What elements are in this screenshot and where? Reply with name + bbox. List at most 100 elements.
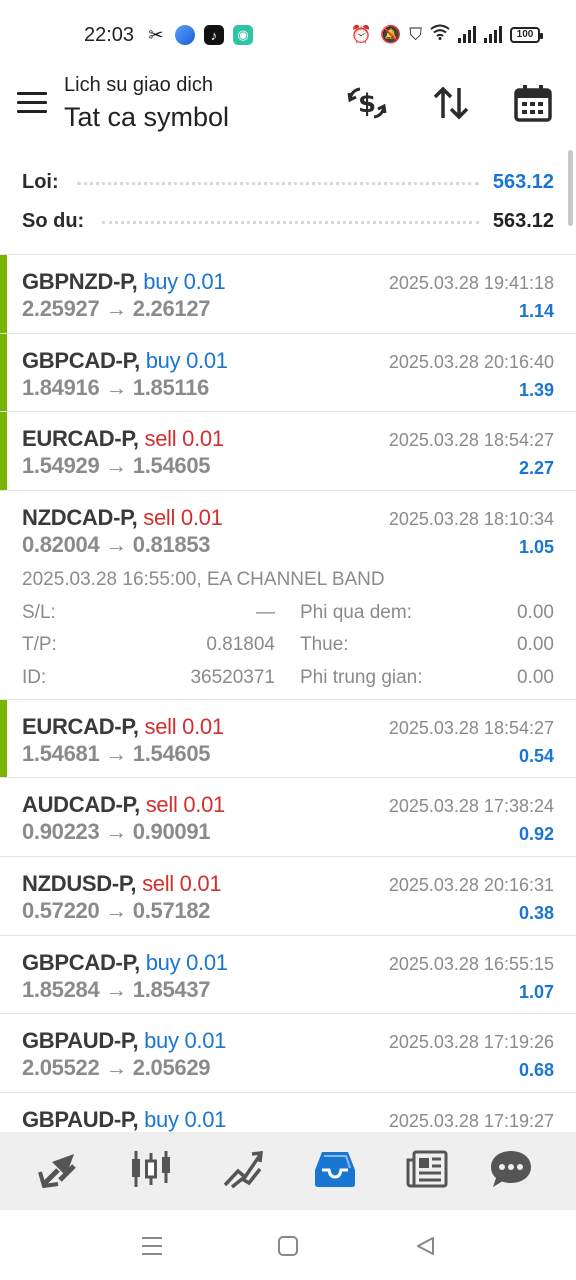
summary-panel: Loi: 563.12 So du: 563.12 [0, 152, 576, 255]
trade-accent-bar [0, 333, 7, 412]
trade-symbol: NZDCAD-P, sell 0.01 [22, 504, 223, 530]
trade-row[interactable]: GBPCAD-P, buy 0.01 1.85284 → 1.85437 202… [0, 936, 576, 1015]
trade-profit: 1.05 [518, 536, 554, 557]
sl-label: S/L: [22, 601, 56, 623]
trade-prices: 0.57220 → 0.57182 [22, 897, 211, 923]
home-icon[interactable] [274, 1232, 302, 1260]
trade-datetime: 2025.03.28 16:55:15 [388, 953, 554, 974]
trade-datetime: 2025.03.28 18:10:34 [388, 508, 554, 529]
trade-symbol: GBPAUD-P, buy 0.01 [22, 1106, 227, 1132]
status-bar: 22:03 ✂ ♪ ◉ ⏰ 🔕 ⛉ 100 [0, 0, 576, 70]
status-time: 22:03 [84, 24, 135, 46]
trade-direction: sell 0.01 [144, 713, 225, 739]
trade-symbol: GBPCAD-P, buy 0.01 [22, 347, 228, 373]
trade-direction: buy 0.01 [144, 1106, 227, 1132]
chart-icon[interactable] [128, 1146, 174, 1192]
trade-row[interactable]: GBPAUD-P, buy 0.01 2025.03.28 17:19:27 [0, 1093, 576, 1132]
trade-row[interactable]: EURCAD-P, sell 0.01 1.54681 → 1.54605 20… [0, 699, 576, 779]
trade-row[interactable]: EURCAD-P, sell 0.01 1.54929 → 1.54605 20… [0, 412, 576, 491]
id-value: 36520371 [190, 666, 275, 688]
trade-prices: 1.54929 → 1.54605 [22, 453, 211, 479]
trade-symbol: GBPAUD-P, buy 0.01 [22, 1028, 227, 1054]
trade-accent-bar [0, 699, 7, 778]
dotted-divider [102, 218, 479, 224]
trade-icon[interactable] [220, 1146, 266, 1192]
trade-prices: 0.82004 → 0.81853 [22, 531, 211, 557]
news-icon[interactable] [404, 1146, 450, 1192]
profit-label: Loi: [22, 170, 59, 193]
calendar-icon[interactable] [512, 82, 554, 124]
trade-direction: sell 0.01 [143, 504, 223, 530]
trade-direction: sell 0.01 [142, 870, 222, 896]
trade-profit: 1.07 [518, 981, 554, 1002]
trade-profit: 0.38 [518, 902, 554, 923]
header-title[interactable]: Tat ca symbol [64, 102, 229, 133]
trade-datetime: 2025.03.28 18:54:27 [388, 430, 554, 451]
trade-direction: buy 0.01 [144, 1028, 227, 1054]
tax-label: Thue: [300, 633, 349, 655]
tp-label: T/P: [22, 633, 57, 655]
tp-value: 0.81804 [206, 633, 275, 655]
sort-icon[interactable] [430, 82, 472, 124]
trade-direction: buy 0.01 [143, 269, 226, 294]
trade-direction: sell 0.01 [144, 426, 225, 452]
dotted-divider [76, 179, 479, 185]
trade-row[interactable]: GBPNZD-P, buy 0.01 2.25927 → 2.26127 202… [0, 255, 576, 334]
trade-profit: 1.39 [518, 379, 554, 400]
back-icon[interactable] [411, 1232, 439, 1260]
shield-icon: ⛉ [409, 24, 422, 44]
balance-label: So du: [22, 209, 85, 232]
trade-row[interactable]: AUDCAD-P, sell 0.01 0.90223 → 0.90091 20… [0, 778, 576, 857]
trade-row[interactable]: NZDUSD-P, sell 0.01 0.57220 → 0.57182 20… [0, 857, 576, 936]
swap-value: 0.00 [517, 601, 554, 623]
trade-profit: 0.68 [518, 1060, 554, 1081]
trade-history-list[interactable]: GBPNZD-P, buy 0.01 2.25927 → 2.26127 202… [0, 254, 576, 1132]
trade-comment: 2025.03.28 16:55:00, EA CHANNEL BAND [22, 568, 385, 590]
app-blue-icon [175, 25, 195, 45]
trade-row[interactable]: GBPCAD-P, buy 0.01 1.84916 → 1.85116 202… [0, 333, 576, 413]
trade-row-expanded[interactable]: NZDCAD-P, sell 0.01 0.82004 → 0.81853 20… [0, 491, 576, 700]
trade-datetime: 2025.03.28 17:38:24 [388, 796, 554, 817]
trade-datetime: 2025.03.28 18:54:27 [388, 717, 554, 738]
sl-value: — [256, 601, 275, 623]
commission-value: 0.00 [517, 666, 554, 688]
trade-symbol: GBPNZD-P, buy 0.01 [22, 269, 226, 294]
trade-prices: 0.90223 → 0.90091 [22, 819, 211, 845]
recents-icon[interactable] [138, 1232, 166, 1260]
trade-prices: 2.05522 → 2.05629 [22, 1055, 211, 1081]
trade-datetime: 2025.03.28 17:19:27 [388, 1110, 554, 1131]
trade-datetime: 2025.03.28 20:16:40 [388, 351, 554, 372]
profit-value: 563.12 [492, 170, 554, 193]
alarm-icon: ⏰ [350, 24, 373, 44]
chat-icon[interactable] [488, 1146, 534, 1192]
trade-profit: 2.27 [518, 458, 554, 479]
trade-datetime: 2025.03.28 19:41:18 [388, 273, 554, 293]
balance-value: 563.12 [492, 209, 554, 232]
trade-symbol: GBPCAD-P, buy 0.01 [22, 949, 228, 975]
bottom-navigation [0, 1132, 576, 1210]
svg-text:$: $ [358, 89, 376, 119]
trade-symbol: NZDUSD-P, sell 0.01 [22, 870, 222, 896]
history-icon[interactable] [312, 1146, 358, 1192]
menu-icon[interactable] [17, 92, 47, 114]
balance-row: So du: 563.12 [22, 206, 554, 236]
trade-prices: 2.25927 → 2.26127 [22, 296, 211, 321]
trade-symbol: EURCAD-P, sell 0.01 [22, 426, 224, 452]
scrollbar[interactable] [568, 150, 573, 226]
trade-prices: 1.85284 → 1.85437 [22, 976, 211, 1002]
trade-symbol: EURCAD-P, sell 0.01 [22, 713, 225, 739]
trade-accent-bar [0, 412, 7, 490]
currency-exchange-icon[interactable]: $ [346, 82, 388, 124]
wifi-icon [430, 24, 450, 45]
status-app-icons: ✂ ♪ ◉ [146, 25, 253, 45]
trade-datetime: 2025.03.28 20:16:31 [388, 874, 554, 895]
trade-row[interactable]: GBPAUD-P, buy 0.01 2.05522 → 2.05629 202… [0, 1014, 576, 1093]
trade-prices: 1.84916 → 1.85116 [22, 374, 209, 400]
header-subtitle: Lich su giao dich [64, 74, 213, 96]
trade-accent-bar [0, 255, 7, 333]
trade-datetime: 2025.03.28 17:19:26 [388, 1032, 554, 1053]
trade-direction: buy 0.01 [145, 949, 228, 975]
battery-icon: 100 [510, 26, 543, 43]
id-label: ID: [22, 666, 47, 688]
quotes-icon[interactable] [36, 1146, 82, 1192]
